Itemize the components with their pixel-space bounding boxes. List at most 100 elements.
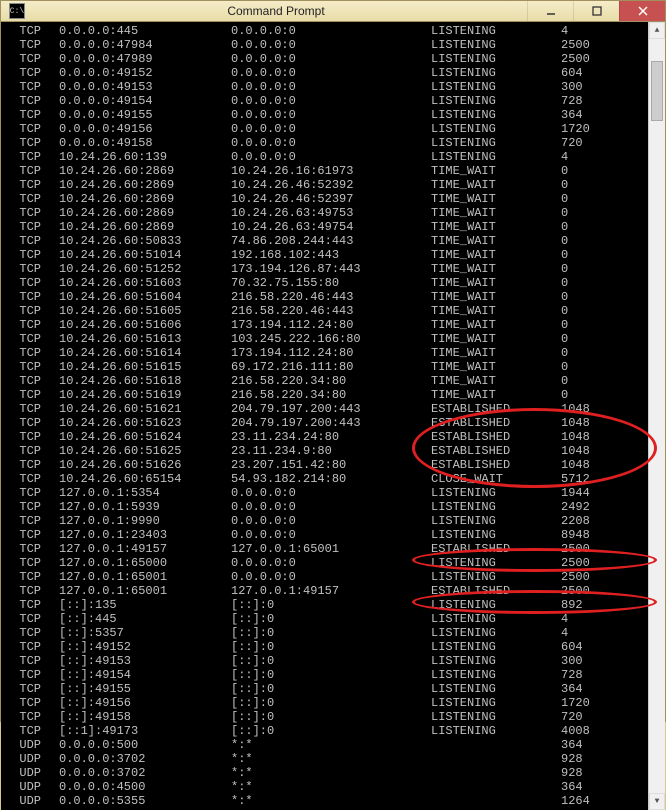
local-address-cell: 0.0.0.0:49158 — [59, 136, 231, 150]
state-cell: TIME_WAIT — [431, 332, 561, 346]
netstat-row: UDP0.0.0.0:5355*:*1264 — [5, 794, 648, 808]
netstat-row: TCP[::]:49154[::]:0LISTENING728 — [5, 668, 648, 682]
netstat-row: TCP10.24.26.60:51614173.194.112.24:80TIM… — [5, 346, 648, 360]
netstat-row: TCP10.24.26.60:286910.24.26.46:52392TIME… — [5, 178, 648, 192]
state-cell — [431, 766, 561, 780]
netstat-row: UDP0.0.0.0:500*:*364 — [5, 738, 648, 752]
remote-address-cell: 0.0.0.0:0 — [231, 38, 431, 52]
remote-address-cell: 23.11.234.24:80 — [231, 430, 431, 444]
netstat-row: TCP127.0.0.1:99900.0.0.0:0LISTENING2208 — [5, 514, 648, 528]
netstat-row: TCP10.24.26.60:286910.24.26.46:52397TIME… — [5, 192, 648, 206]
proto-cell: TCP — [5, 332, 59, 346]
state-cell: TIME_WAIT — [431, 388, 561, 402]
proto-cell: TCP — [5, 584, 59, 598]
netstat-row: TCP10.24.26.60:286910.24.26.63:49753TIME… — [5, 206, 648, 220]
proto-cell: TCP — [5, 150, 59, 164]
remote-address-cell: 10.24.26.46:52397 — [231, 192, 431, 206]
remote-address-cell: [::]:0 — [231, 598, 431, 612]
remote-address-cell: [::]:0 — [231, 612, 431, 626]
proto-cell: TCP — [5, 66, 59, 80]
local-address-cell: 10.24.26.60:51603 — [59, 276, 231, 290]
local-address-cell: 10.24.26.60:51621 — [59, 402, 231, 416]
remote-address-cell: 173.194.126.87:443 — [231, 262, 431, 276]
proto-cell: TCP — [5, 654, 59, 668]
terminal-output[interactable]: TCP0.0.0.0:4450.0.0.0:0LISTENING4 TCP0.0… — [1, 22, 648, 810]
remote-address-cell: 23.207.151.42:80 — [231, 458, 431, 472]
state-cell: LISTENING — [431, 136, 561, 150]
state-cell — [431, 752, 561, 766]
window-buttons — [527, 1, 665, 21]
scroll-up-button[interactable]: ▲ — [649, 22, 665, 39]
proto-cell: TCP — [5, 402, 59, 416]
titlebar[interactable]: C:\ Command Prompt — [1, 1, 665, 22]
state-cell: LISTENING — [431, 122, 561, 136]
proto-cell: TCP — [5, 486, 59, 500]
pid-cell: 0 — [561, 318, 568, 332]
proto-cell: TCP — [5, 136, 59, 150]
local-address-cell: 0.0.0.0:445 — [59, 24, 231, 38]
remote-address-cell: 0.0.0.0:0 — [231, 24, 431, 38]
pid-cell: 1048 — [561, 430, 590, 444]
pid-cell: 0 — [561, 388, 568, 402]
proto-cell: TCP — [5, 220, 59, 234]
pid-cell: 2500 — [561, 542, 590, 556]
close-button[interactable] — [619, 1, 665, 21]
proto-cell: TCP — [5, 416, 59, 430]
proto-cell: TCP — [5, 514, 59, 528]
state-cell: LISTENING — [431, 38, 561, 52]
proto-cell: TCP — [5, 164, 59, 178]
minimize-button[interactable] — [527, 1, 573, 21]
netstat-row: TCP10.24.26.60:5161569.172.216.111:80TIM… — [5, 360, 648, 374]
pid-cell: 8948 — [561, 528, 590, 542]
state-cell: TIME_WAIT — [431, 220, 561, 234]
netstat-row: TCP10.24.26.60:6515454.93.182.214:80CLOS… — [5, 472, 648, 486]
proto-cell: TCP — [5, 206, 59, 220]
pid-cell: 0 — [561, 164, 568, 178]
proto-cell: TCP — [5, 696, 59, 710]
state-cell: LISTENING — [431, 626, 561, 640]
pid-cell: 0 — [561, 332, 568, 346]
local-address-cell: 10.24.26.60:51624 — [59, 430, 231, 444]
netstat-row: TCP10.24.26.60:51606173.194.112.24:80TIM… — [5, 318, 648, 332]
scroll-track[interactable] — [649, 39, 665, 793]
netstat-row: TCP10.24.26.60:51621204.79.197.200:443ES… — [5, 402, 648, 416]
local-address-cell: 10.24.26.60:51618 — [59, 374, 231, 388]
proto-cell: TCP — [5, 682, 59, 696]
netstat-row: TCP10.24.26.60:51623204.79.197.200:443ES… — [5, 416, 648, 430]
vertical-scrollbar[interactable]: ▲ ▼ — [648, 22, 665, 810]
remote-address-cell: 173.194.112.24:80 — [231, 318, 431, 332]
proto-cell: UDP — [5, 780, 59, 794]
netstat-row: TCP127.0.0.1:49157127.0.0.1:65001ESTABLI… — [5, 542, 648, 556]
state-cell: ESTABLISHED — [431, 584, 561, 598]
state-cell: LISTENING — [431, 94, 561, 108]
pid-cell: 0 — [561, 178, 568, 192]
proto-cell: TCP — [5, 528, 59, 542]
remote-address-cell: 70.32.75.155:80 — [231, 276, 431, 290]
state-cell: LISTENING — [431, 528, 561, 542]
state-cell: LISTENING — [431, 80, 561, 94]
proto-cell: TCP — [5, 346, 59, 360]
remote-address-cell: 0.0.0.0:0 — [231, 136, 431, 150]
remote-address-cell: *:* — [231, 738, 431, 752]
remote-address-cell: 23.11.234.9:80 — [231, 444, 431, 458]
pid-cell: 1048 — [561, 444, 590, 458]
netstat-row: TCP10.24.26.60:5083374.86.208.244:443TIM… — [5, 234, 648, 248]
local-address-cell: 127.0.0.1:65000 — [59, 556, 231, 570]
state-cell: CLOSE_WAIT — [431, 472, 561, 486]
maximize-button[interactable] — [573, 1, 619, 21]
local-address-cell: [::]:445 — [59, 612, 231, 626]
local-address-cell: [::]:49152 — [59, 640, 231, 654]
local-address-cell: 0.0.0.0:4500 — [59, 780, 231, 794]
scroll-thumb[interactable] — [651, 61, 663, 121]
state-cell: TIME_WAIT — [431, 206, 561, 220]
pid-cell: 0 — [561, 192, 568, 206]
netstat-row: TCP127.0.0.1:650000.0.0.0:0LISTENING2500 — [5, 556, 648, 570]
scroll-down-button[interactable]: ▼ — [649, 793, 665, 810]
netstat-row: TCP10.24.26.60:5162623.207.151.42:80ESTA… — [5, 458, 648, 472]
remote-address-cell: 10.24.26.63:49754 — [231, 220, 431, 234]
netstat-row: TCP127.0.0.1:234030.0.0.0:0LISTENING8948 — [5, 528, 648, 542]
remote-address-cell: 0.0.0.0:0 — [231, 556, 431, 570]
state-cell: TIME_WAIT — [431, 318, 561, 332]
remote-address-cell: 216.58.220.46:443 — [231, 290, 431, 304]
local-address-cell: 127.0.0.1:49157 — [59, 542, 231, 556]
